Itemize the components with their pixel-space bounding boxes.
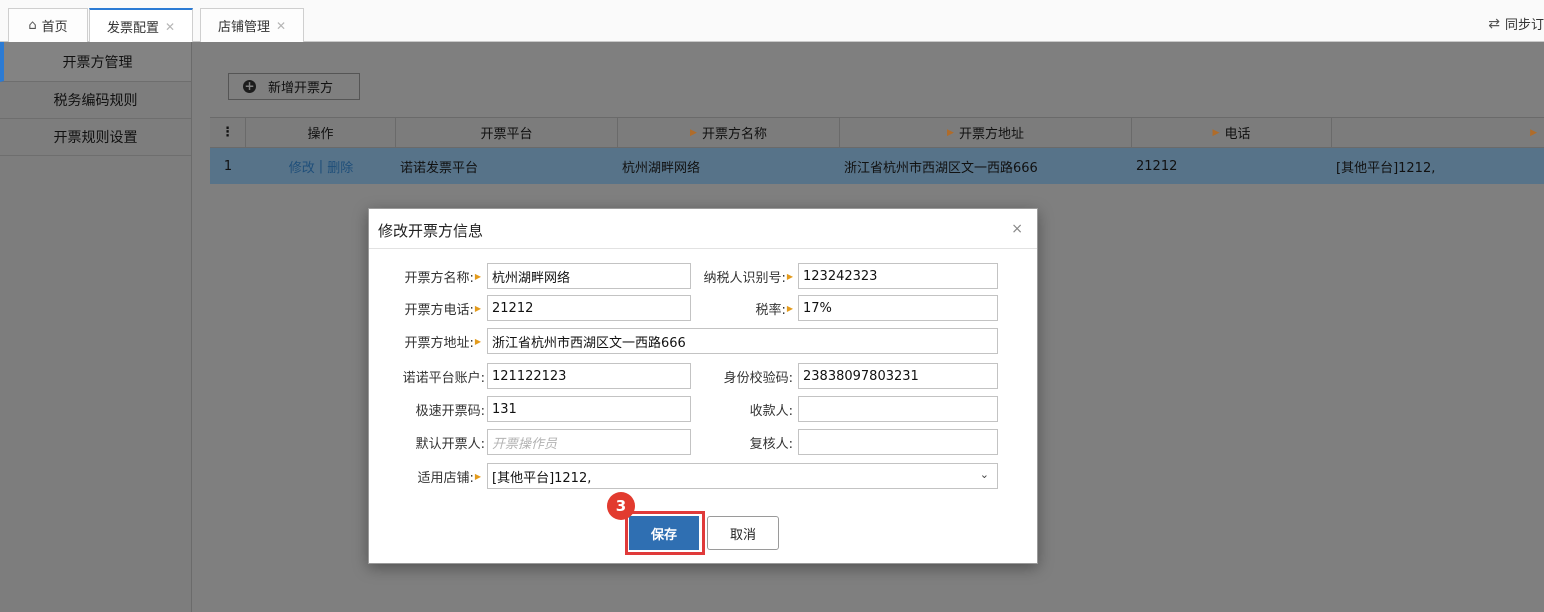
required-marker-icon: ▶: [474, 303, 481, 313]
column-header-address[interactable]: ▶ 开票方地址: [840, 118, 1132, 147]
applicable-store-label: 适用店铺: ▶: [417, 470, 481, 486]
id-check-code-input[interactable]: 23838097803231: [798, 363, 998, 389]
sort-arrow-icon: ▶: [1212, 127, 1220, 138]
close-icon[interactable]: ×: [1011, 221, 1023, 237]
column-menu-icon[interactable]: ⋮: [210, 118, 246, 147]
required-marker-icon: ▶: [474, 336, 481, 346]
add-issuer-label: 新增开票方: [268, 81, 334, 96]
column-header-store[interactable]: ▶: [1332, 118, 1544, 147]
required-marker-icon: ▶: [474, 271, 481, 281]
payee-input[interactable]: [798, 396, 998, 422]
issuer-phone-label: 开票方电话: ▶: [404, 302, 481, 318]
applicable-store-select[interactable]: [其他平台]1212, ⌄: [487, 463, 998, 489]
close-icon[interactable]: ✕: [276, 19, 286, 33]
cell-store: [其他平台]1212,: [1336, 160, 1436, 176]
edit-link[interactable]: 修改: [289, 157, 315, 176]
sidebar-item-label: 开票方管理: [62, 54, 133, 71]
taxpayer-id-label: 纳税人识别号: ▶: [703, 270, 793, 286]
cell-address: 浙江省杭州市西湖区文一西路666: [844, 160, 1038, 176]
sidebar-item-issuer-manage[interactable]: 开票方管理: [0, 42, 191, 82]
reviewer-label: 复核人:: [749, 436, 793, 452]
home-icon: ⌂: [28, 18, 37, 33]
nuonuo-account-label: 诺诺平台账户:: [402, 370, 485, 386]
sync-label: 同步订: [1504, 18, 1544, 33]
issuer-phone-input[interactable]: 21212: [487, 295, 691, 321]
sync-icon: ⇄: [1488, 15, 1500, 32]
default-issuer-label: 默认开票人:: [415, 436, 485, 452]
tab-bar: ⌂ 首页 发票配置 ✕ 店铺管理 ✕ ⇄ 同步订: [0, 0, 1544, 43]
issuer-name-input[interactable]: 杭州湖畔网络: [487, 263, 691, 289]
close-icon[interactable]: ✕: [165, 20, 175, 34]
action-separator: |: [318, 158, 324, 174]
cancel-button[interactable]: 取消: [707, 516, 779, 550]
save-highlight-box: [625, 511, 705, 555]
tab-invoice-config[interactable]: 发票配置 ✕: [89, 8, 193, 43]
sort-arrow-icon: ▶: [947, 127, 954, 138]
sort-arrow-icon: ▶: [1530, 127, 1537, 138]
dialog-header: 修改开票方信息 ×: [369, 209, 1037, 249]
issuer-address-input[interactable]: 浙江省杭州市西湖区文一西路666: [487, 328, 998, 354]
id-check-code-label: 身份校验码:: [723, 370, 793, 386]
required-marker-icon: ▶: [786, 303, 793, 313]
column-header-actions[interactable]: 操作: [246, 118, 396, 147]
required-marker-icon: ▶: [474, 471, 481, 481]
fast-invoice-code-label: 极速开票码:: [415, 403, 485, 419]
fast-invoice-code-input[interactable]: 131: [487, 396, 691, 422]
delete-link[interactable]: 删除: [327, 157, 353, 176]
tab-store-manage[interactable]: 店铺管理 ✕: [200, 8, 304, 42]
tax-rate-label: 税率: ▶: [755, 302, 793, 318]
column-header-issuer-name[interactable]: ▶ 开票方名称: [618, 118, 840, 147]
tab-home[interactable]: ⌂ 首页: [8, 8, 88, 42]
reviewer-input[interactable]: [798, 429, 998, 455]
chevron-down-icon: ⌄: [979, 468, 989, 481]
tab-label: 店铺管理: [217, 20, 270, 35]
nuonuo-account-input[interactable]: 121122123: [487, 363, 691, 389]
cell-phone: 21212: [1136, 158, 1178, 174]
sidebar-item-label: 税务编码规则: [53, 93, 138, 109]
default-issuer-input[interactable]: 开票操作员: [487, 429, 691, 455]
sort-arrow-icon: ▶: [690, 127, 697, 138]
dialog-title: 修改开票方信息: [378, 222, 484, 240]
issuer-name-label: 开票方名称: ▶: [404, 270, 481, 286]
plus-circle-icon: +: [243, 79, 256, 93]
column-header-phone[interactable]: ▶ 电话: [1132, 118, 1332, 147]
sidebar-item-label: 开票规则设置: [53, 130, 138, 146]
issuer-address-label: 开票方地址: ▶: [404, 335, 481, 351]
sync-orders-button[interactable]: ⇄ 同步订: [1488, 14, 1544, 34]
sidebar-item-invoice-rules[interactable]: 开票规则设置: [0, 119, 191, 156]
sidebar: 开票方管理 税务编码规则 开票规则设置: [0, 42, 192, 612]
add-issuer-button[interactable]: + 新增开票方: [228, 73, 360, 100]
column-header-platform[interactable]: 开票平台: [396, 118, 618, 147]
edit-issuer-dialog: 修改开票方信息 × 开票方名称: ▶ 杭州湖畔网络 纳税人识别号: ▶ 123242…: [368, 208, 1038, 564]
step-badge: 3: [607, 492, 635, 520]
row-index: 1: [223, 158, 233, 174]
applicable-store-value: [其他平台]1212,: [492, 470, 592, 486]
tab-label: 首页: [41, 20, 68, 35]
table-row[interactable]: 1 修改 | 删除 诺诺发票平台 杭州湖畔网络 浙江省杭州市西湖区文一西路666…: [210, 148, 1544, 184]
sidebar-item-tax-code-rules[interactable]: 税务编码规则: [0, 82, 191, 119]
cell-platform: 诺诺发票平台: [400, 160, 479, 176]
taxpayer-id-input[interactable]: 123242323: [798, 263, 998, 289]
payee-label: 收款人:: [749, 403, 793, 419]
grid-header: ⋮ 操作 开票平台 ▶ 开票方名称 ▶ 开票方地址 ▶ 电话 ▶: [210, 117, 1544, 148]
cell-issuer-name: 杭州湖畔网络: [622, 160, 701, 176]
tax-rate-input[interactable]: 17%: [798, 295, 998, 321]
tab-label: 发票配置: [106, 21, 159, 36]
row-actions: 修改 | 删除: [246, 148, 396, 184]
required-marker-icon: ▶: [786, 271, 793, 281]
